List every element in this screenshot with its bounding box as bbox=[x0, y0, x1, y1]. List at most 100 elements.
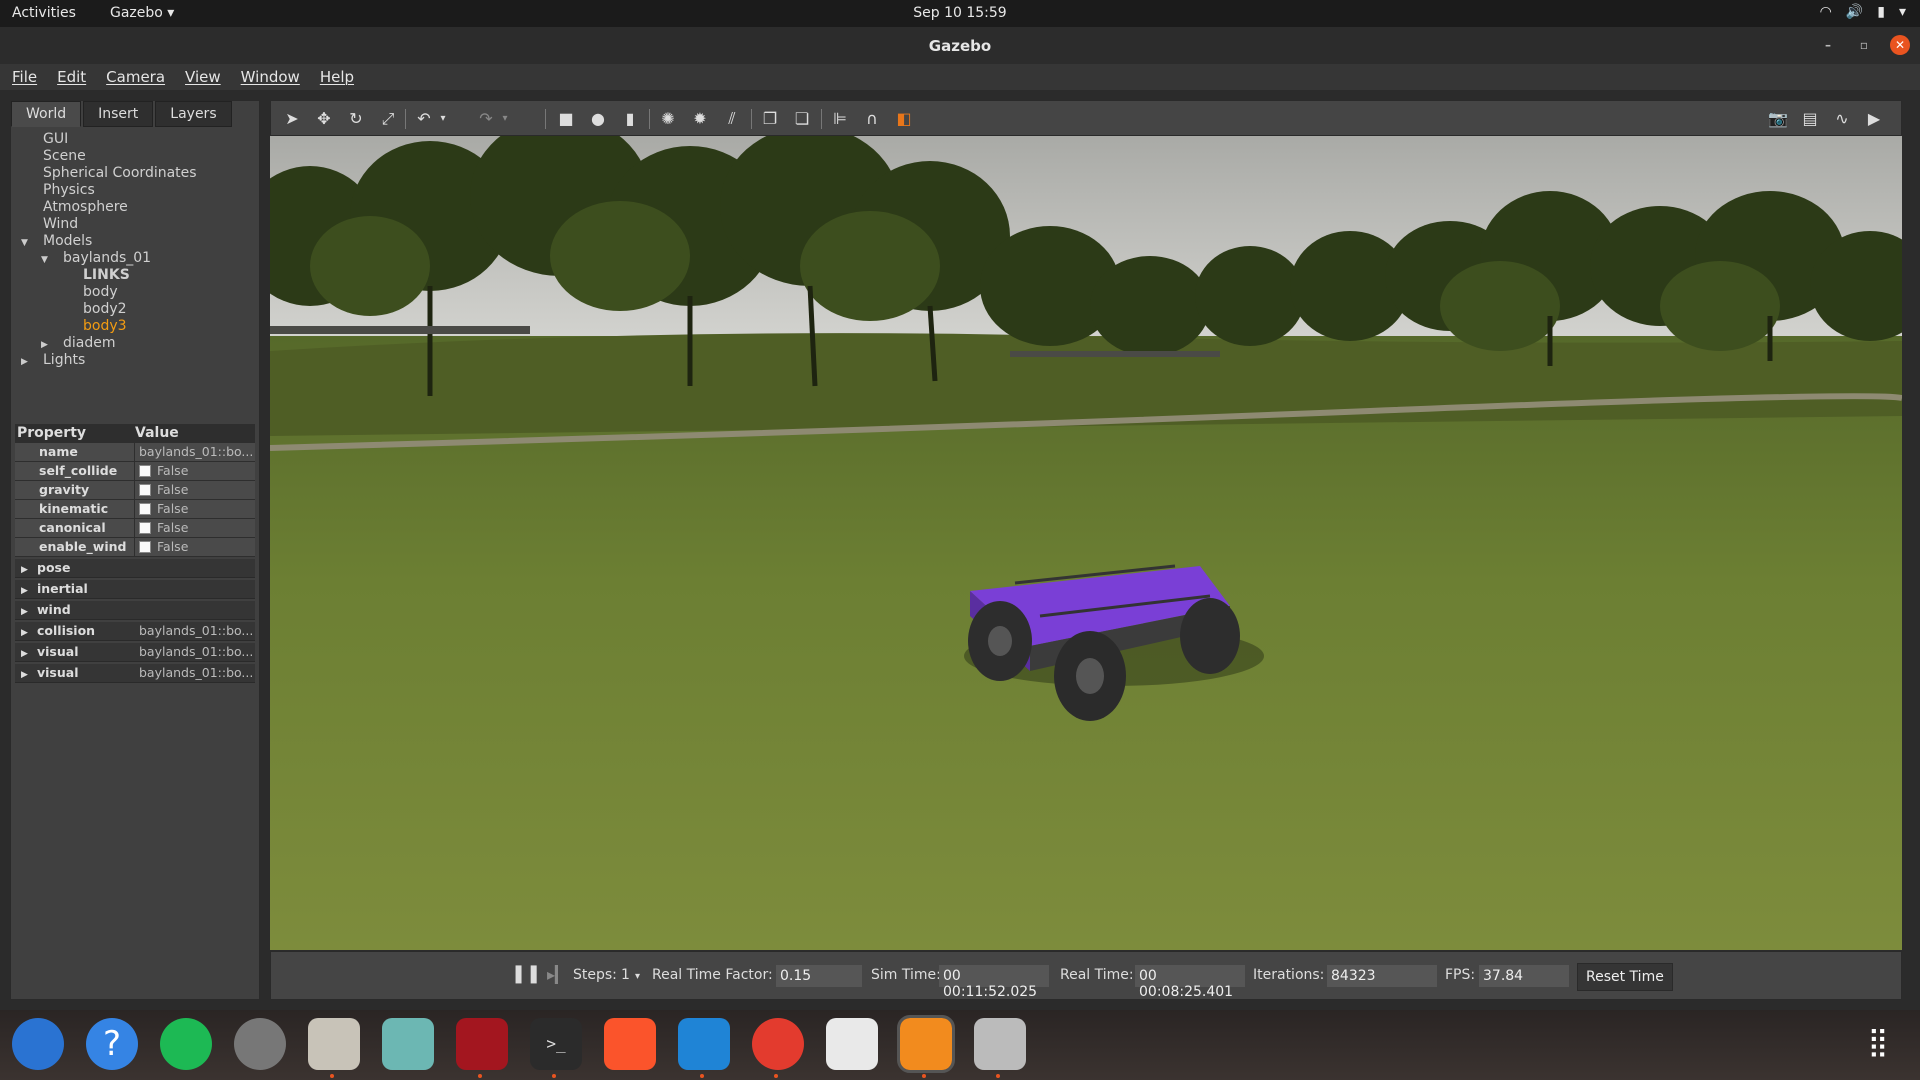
tree-item[interactable]: ▶ diadem bbox=[11, 335, 259, 352]
redo-history-chevron-icon[interactable]: ▾ bbox=[499, 108, 511, 130]
gnome-system-monitor-icon[interactable] bbox=[456, 1018, 508, 1070]
scene-viewport[interactable] bbox=[270, 136, 1902, 950]
property-value[interactable]: False bbox=[135, 519, 255, 537]
tab-world[interactable]: World bbox=[11, 101, 82, 127]
collapsed-arrow-icon[interactable]: ▶ bbox=[21, 582, 37, 600]
collapsed-arrow-icon[interactable]: ▶ bbox=[21, 603, 37, 621]
checkbox[interactable] bbox=[139, 503, 151, 515]
brave-icon[interactable] bbox=[604, 1018, 656, 1070]
minimize-button[interactable]: – bbox=[1818, 35, 1838, 55]
collapsed-arrow-icon[interactable]: ▶ bbox=[21, 666, 37, 684]
document-viewer-icon[interactable] bbox=[826, 1018, 878, 1070]
directional-light-icon[interactable]: ⫽ bbox=[721, 108, 743, 130]
collapsed-arrow-icon[interactable]: ▶ bbox=[21, 624, 37, 642]
show-apps-icon[interactable]: ⣿ bbox=[1858, 1022, 1898, 1062]
undo-history-chevron-icon[interactable]: ▾ bbox=[437, 108, 449, 130]
tree-item[interactable]: LINKS bbox=[11, 267, 259, 284]
spotify-icon[interactable] bbox=[160, 1018, 212, 1070]
reset-time-button[interactable]: Reset Time bbox=[1577, 963, 1673, 991]
chrome-icon[interactable] bbox=[752, 1018, 804, 1070]
checkbox[interactable] bbox=[139, 465, 151, 477]
property-value[interactable]: False bbox=[135, 500, 255, 518]
point-light-icon[interactable]: ✺ bbox=[657, 108, 679, 130]
change-view-icon[interactable]: ◧ bbox=[893, 108, 915, 130]
log-data-icon[interactable]: ▤ bbox=[1799, 108, 1821, 130]
checkbox[interactable] bbox=[139, 522, 151, 534]
window-title-bar: Gazebo – ▫ ✕ bbox=[0, 27, 1920, 64]
software-icon[interactable] bbox=[382, 1018, 434, 1070]
clock[interactable]: Sep 10 15:59 bbox=[0, 5, 1920, 21]
plot-icon[interactable]: ∿ bbox=[1831, 108, 1853, 130]
menu-help[interactable]: Help bbox=[308, 64, 362, 90]
menu-camera[interactable]: Camera bbox=[94, 64, 173, 90]
expanded-arrow-icon[interactable]: ▼ bbox=[41, 252, 51, 269]
tree-item[interactable]: GUI bbox=[11, 131, 259, 148]
sphere-shape-icon[interactable]: ● bbox=[587, 108, 609, 130]
select-mode-icon[interactable]: ➤ bbox=[281, 108, 303, 130]
menu-window[interactable]: Window bbox=[229, 64, 308, 90]
steps-value[interactable]: 1 bbox=[621, 967, 630, 983]
tree-item[interactable]: ▼ baylands_01 bbox=[11, 250, 259, 267]
checkbox[interactable] bbox=[139, 484, 151, 496]
rotate-mode-icon[interactable]: ↻ bbox=[345, 108, 367, 130]
property-group-visual[interactable]: ▶ visual baylands_01::bo... bbox=[15, 643, 255, 662]
box-shape-icon[interactable]: ■ bbox=[555, 108, 577, 130]
checkbox[interactable] bbox=[139, 541, 151, 553]
tree-item[interactable]: ▼ Models bbox=[11, 233, 259, 250]
help-icon[interactable]: ? bbox=[86, 1018, 138, 1070]
property-group-wind[interactable]: ▶ wind bbox=[15, 601, 255, 620]
redo-icon[interactable]: ↷ bbox=[475, 108, 497, 130]
menu-view[interactable]: View bbox=[173, 64, 229, 90]
step-icon[interactable]: ▸▎ bbox=[547, 965, 567, 984]
close-button[interactable]: ✕ bbox=[1890, 35, 1910, 55]
scale-mode-icon[interactable]: ⤢ bbox=[377, 108, 399, 130]
tree-item[interactable]: Scene bbox=[11, 148, 259, 165]
tree-item[interactable]: Spherical Coordinates bbox=[11, 165, 259, 182]
vscode-icon[interactable] bbox=[678, 1018, 730, 1070]
collapsed-arrow-icon[interactable]: ▶ bbox=[21, 645, 37, 663]
menu-file[interactable]: File bbox=[0, 64, 45, 90]
tree-item[interactable]: ▶ Lights bbox=[11, 352, 259, 369]
tree-item[interactable]: body bbox=[11, 284, 259, 301]
cylinder-shape-icon[interactable]: ▮ bbox=[619, 108, 641, 130]
snap-icon[interactable]: ∩ bbox=[861, 108, 883, 130]
pause-icon[interactable]: ❚❚ bbox=[511, 963, 541, 984]
files-icon[interactable] bbox=[308, 1018, 360, 1070]
tab-layers[interactable]: Layers bbox=[155, 101, 232, 127]
settings-icon[interactable] bbox=[234, 1018, 286, 1070]
system-tray[interactable]: ◠ 🔊 ▮ ▾ bbox=[1820, 4, 1906, 20]
property-value[interactable]: False bbox=[135, 538, 255, 556]
menu-edit[interactable]: Edit bbox=[45, 64, 94, 90]
collapsed-arrow-icon[interactable]: ▶ bbox=[21, 354, 31, 371]
video-record-icon[interactable]: ▶ bbox=[1863, 108, 1885, 130]
spot-light-icon[interactable]: ✹ bbox=[689, 108, 711, 130]
property-group-inertial[interactable]: ▶ inertial bbox=[15, 580, 255, 599]
thunderbird-icon[interactable] bbox=[12, 1018, 64, 1070]
tree-item[interactable]: Wind bbox=[11, 216, 259, 233]
image-viewer-icon[interactable] bbox=[974, 1018, 1026, 1070]
expanded-arrow-icon[interactable]: ▼ bbox=[21, 235, 31, 252]
property-group-collision[interactable]: ▶ collision baylands_01::bo... bbox=[15, 622, 255, 641]
align-icon[interactable]: ⊫ bbox=[829, 108, 851, 130]
translate-mode-icon[interactable]: ✥ bbox=[313, 108, 335, 130]
property-group-visual[interactable]: ▶ visual baylands_01::bo... bbox=[15, 664, 255, 683]
steps-chevron-icon[interactable]: ▾ bbox=[635, 971, 640, 982]
property-value[interactable]: False bbox=[135, 481, 255, 499]
left-panel: World Insert Layers GUI Scene Spherical Co… bbox=[10, 100, 260, 1000]
fps-value: 37.84 bbox=[1479, 965, 1569, 987]
property-value[interactable]: False bbox=[135, 462, 255, 480]
tree-item[interactable]: Atmosphere bbox=[11, 199, 259, 216]
property-group-pose[interactable]: ▶ pose bbox=[15, 559, 255, 578]
maximize-button[interactable]: ▫ bbox=[1854, 35, 1874, 55]
paste-icon[interactable]: ❏ bbox=[791, 108, 813, 130]
screenshot-icon[interactable]: 📷 bbox=[1767, 108, 1789, 130]
terminal-icon[interactable]: >_ bbox=[530, 1018, 582, 1070]
tree-item[interactable]: body2 bbox=[11, 301, 259, 318]
tree-item[interactable]: Physics bbox=[11, 182, 259, 199]
undo-icon[interactable]: ↶ bbox=[413, 108, 435, 130]
tree-item[interactable]: body3 bbox=[11, 318, 259, 335]
tab-insert[interactable]: Insert bbox=[83, 101, 154, 127]
copy-icon[interactable]: ❐ bbox=[759, 108, 781, 130]
gazebo-icon[interactable] bbox=[897, 1015, 955, 1073]
collapsed-arrow-icon[interactable]: ▶ bbox=[21, 561, 37, 579]
